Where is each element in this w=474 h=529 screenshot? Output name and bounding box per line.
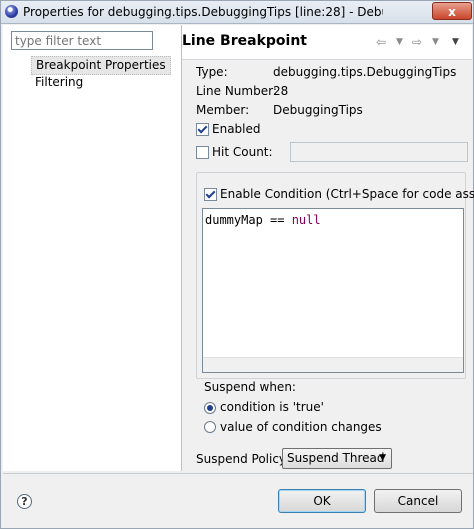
sidebar-item-breakpoint-properties[interactable]: Breakpoint Properties	[31, 56, 171, 75]
radio-condition-changes-label: value of condition changes	[220, 420, 382, 434]
ok-button[interactable]: OK	[278, 489, 366, 513]
suspend-policy-label: Suspend Policy:	[196, 452, 290, 466]
main-panel: Line Breakpoint ⇦ ▼ ⇨ ▼ ▼ Type: debuggin…	[182, 25, 474, 471]
page-title: Line Breakpoint	[182, 33, 307, 49]
divider	[3, 473, 473, 474]
help-icon[interactable]: ?	[17, 494, 32, 509]
enable-condition-label: Enable Condition (Ctrl+Space for code as…	[220, 187, 474, 201]
hit-count-field[interactable]	[290, 142, 468, 162]
window-title: Properties for debugging.tips.DebuggingT…	[23, 5, 383, 19]
enabled-checkbox[interactable]	[196, 123, 209, 136]
condition-editor[interactable]: dummyMap == null	[202, 208, 464, 373]
hit-count-checkbox[interactable]	[196, 146, 209, 159]
sidebar: Breakpoint Properties Filtering	[3, 25, 182, 471]
enabled-label: Enabled	[212, 122, 261, 136]
code-variable: dummyMap	[205, 213, 263, 227]
type-label: Type:	[196, 65, 228, 79]
radio-condition-true-label: condition is 'true'	[220, 400, 324, 414]
code-keyword: null	[291, 213, 321, 227]
chevron-down-icon: ▼	[379, 453, 386, 463]
line-number-label: Line Number:	[196, 84, 277, 98]
page-header: Line Breakpoint ⇦ ▼ ⇨ ▼ ▼	[182, 25, 472, 60]
horizontal-scrollbar[interactable]	[203, 357, 463, 372]
member-label: Member:	[196, 103, 250, 117]
back-dropdown-icon[interactable]: ▼	[396, 35, 403, 49]
member-value: DebuggingTips	[273, 103, 363, 117]
radio-condition-changes[interactable]	[204, 421, 216, 433]
view-menu-icon[interactable]: ▼	[452, 35, 459, 49]
radio-condition-true[interactable]	[204, 402, 216, 414]
code-operator: ==	[262, 213, 292, 227]
suspend-policy-select[interactable]: Suspend Thread ▼	[282, 448, 392, 469]
close-button[interactable]: x	[432, 2, 472, 20]
forward-arrow-icon[interactable]: ⇨	[412, 35, 422, 49]
forward-dropdown-icon[interactable]: ▼	[432, 35, 439, 49]
sidebar-item-filtering[interactable]: Filtering	[31, 74, 87, 91]
properties-dialog: Properties for debugging.tips.DebuggingT…	[0, 0, 474, 529]
cancel-button[interactable]: Cancel	[374, 489, 462, 513]
type-value: debugging.tips.DebuggingTips	[273, 65, 457, 79]
back-arrow-icon[interactable]: ⇦	[376, 35, 386, 49]
hit-count-label: Hit Count:	[212, 145, 273, 159]
title-bar: Properties for debugging.tips.DebuggingT…	[1, 1, 473, 24]
filter-input[interactable]	[11, 31, 153, 50]
eclipse-icon	[5, 5, 18, 18]
suspend-when-label: Suspend when:	[204, 380, 296, 394]
line-number-value: 28	[273, 84, 289, 98]
enable-condition-checkbox[interactable]	[204, 188, 217, 201]
suspend-policy-value: Suspend Thread	[287, 451, 385, 465]
